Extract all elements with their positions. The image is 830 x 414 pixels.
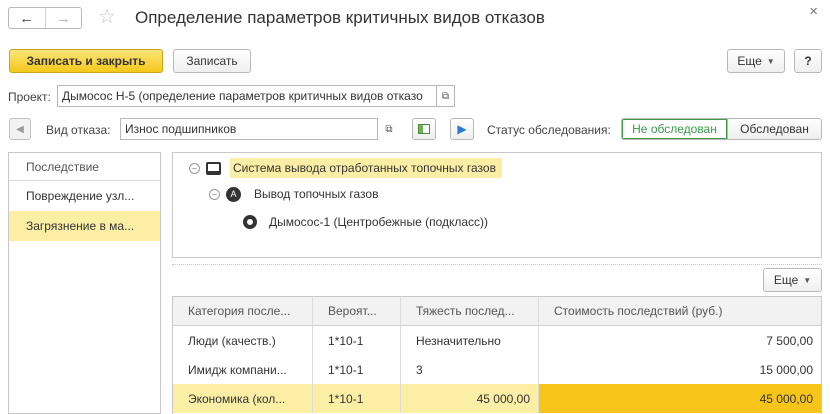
cell-category: Экономика (кол... — [173, 384, 313, 413]
cell-cost: 15 000,00 — [759, 362, 813, 377]
forward-button[interactable]: → — [44, 8, 82, 28]
more-label: Еще — [737, 54, 762, 68]
title-bar: ← → ☆ Определение параметров критичных в… — [0, 0, 830, 38]
grid-more-button[interactable]: Еще ▼ — [763, 268, 822, 292]
project-field[interactable]: Дымосос Н-5 (определение параметров крит… — [57, 85, 437, 107]
close-icon[interactable]: × — [809, 3, 818, 20]
tree-row-leaf[interactable]: Дымосос-1 (Центробежные (подкласс)) — [243, 211, 488, 233]
status-toggle: Не обследован Обследован — [621, 118, 822, 140]
tree-row-system[interactable]: – Система вывода отработанных топочных г… — [189, 157, 502, 179]
save-and-close-button[interactable]: Записать и закрыть — [9, 49, 163, 73]
cell-category: Люди (качеств.) — [173, 326, 313, 355]
favorite-star-icon[interactable]: ☆ — [98, 4, 116, 29]
nav-buttons: ← → — [8, 7, 82, 29]
consequences-table: Категория после... Вероят... Тяжесть пос… — [172, 296, 822, 414]
column-header[interactable]: Вероят... — [313, 297, 401, 325]
back-button[interactable]: ← — [9, 8, 45, 28]
save-button[interactable]: Записать — [173, 49, 251, 73]
failure-field[interactable]: Износ подшипников — [120, 118, 378, 140]
object-tree: – Система вывода отработанных топочных г… — [172, 152, 822, 258]
page-title: Определение параметров критичных видов о… — [135, 8, 545, 27]
cell-cost: 7 500,00 — [766, 333, 813, 348]
list-view-button[interactable] — [412, 118, 436, 140]
table-row[interactable]: Имидж компани... 1*10-1 3 15 000,00 — [173, 355, 821, 384]
list-item[interactable]: Загрязнение в ма... — [9, 211, 160, 241]
tree-row-node[interactable]: – A Вывод топочных газов — [209, 183, 378, 205]
help-button[interactable]: ? — [794, 49, 822, 73]
system-icon — [206, 161, 221, 175]
table-row[interactable]: Экономика (кол... 1*10-1 45 000,00 45 00… — [173, 384, 821, 413]
column-header[interactable]: Категория после... — [173, 297, 313, 325]
divider — [172, 264, 822, 265]
consequences-list: Последствие Повреждение узл... Загрязнен… — [8, 152, 161, 414]
equipment-icon — [243, 215, 257, 229]
more-label: Еще — [773, 273, 799, 287]
cell-severity: Незначительно — [401, 326, 539, 355]
more-button[interactable]: Еще ▼ — [727, 49, 785, 73]
project-label: Проект: — [8, 90, 51, 104]
consequences-header: Последствие — [9, 153, 160, 181]
node-icon: A — [226, 186, 241, 202]
caret-down-icon: ▼ — [803, 275, 812, 285]
failure-label: Вид отказа: — [46, 123, 111, 137]
cell-severity: 45 000,00 — [401, 384, 539, 413]
cell-category: Имидж компани... — [173, 355, 313, 384]
status-option-surveyed[interactable]: Обследован — [728, 119, 821, 139]
status-label: Статус обследования: — [487, 123, 611, 137]
open-form-icon[interactable]: ⧉ — [437, 85, 455, 107]
open-form-icon[interactable]: ⧉ — [380, 118, 398, 140]
list-item[interactable]: Повреждение узл... — [9, 181, 160, 211]
status-option-not-surveyed[interactable]: Не обследован — [622, 119, 728, 139]
column-header[interactable]: Тяжесть послед... — [401, 297, 539, 325]
cell-probability: 1*10-1 — [313, 326, 401, 355]
cell-cost[interactable]: 45 000,00 — [539, 384, 821, 413]
tree-label-system: Система вывода отработанных топочных газ… — [230, 158, 502, 178]
list-icon — [418, 124, 430, 134]
tree-label-leaf: Дымосос-1 (Центробежные (подкласс)) — [269, 215, 489, 229]
cell-severity: 3 — [401, 355, 539, 384]
collapse-icon[interactable]: – — [189, 162, 200, 174]
next-failure-button[interactable]: ▶ — [450, 118, 474, 140]
caret-down-icon: ▼ — [766, 56, 775, 66]
previous-failure-button[interactable]: ◀ — [9, 118, 31, 140]
tree-label-node: Вывод топочных газов — [254, 187, 379, 201]
column-header[interactable]: Стоимость последствий (руб.) — [539, 297, 821, 325]
cell-probability: 1*10-1 — [313, 384, 401, 413]
collapse-icon[interactable]: – — [209, 188, 220, 200]
table-header: Категория после... Вероят... Тяжесть пос… — [173, 297, 821, 326]
table-row[interactable]: Люди (качеств.) 1*10-1 Незначительно 7 5… — [173, 326, 821, 355]
cell-probability: 1*10-1 — [313, 355, 401, 384]
